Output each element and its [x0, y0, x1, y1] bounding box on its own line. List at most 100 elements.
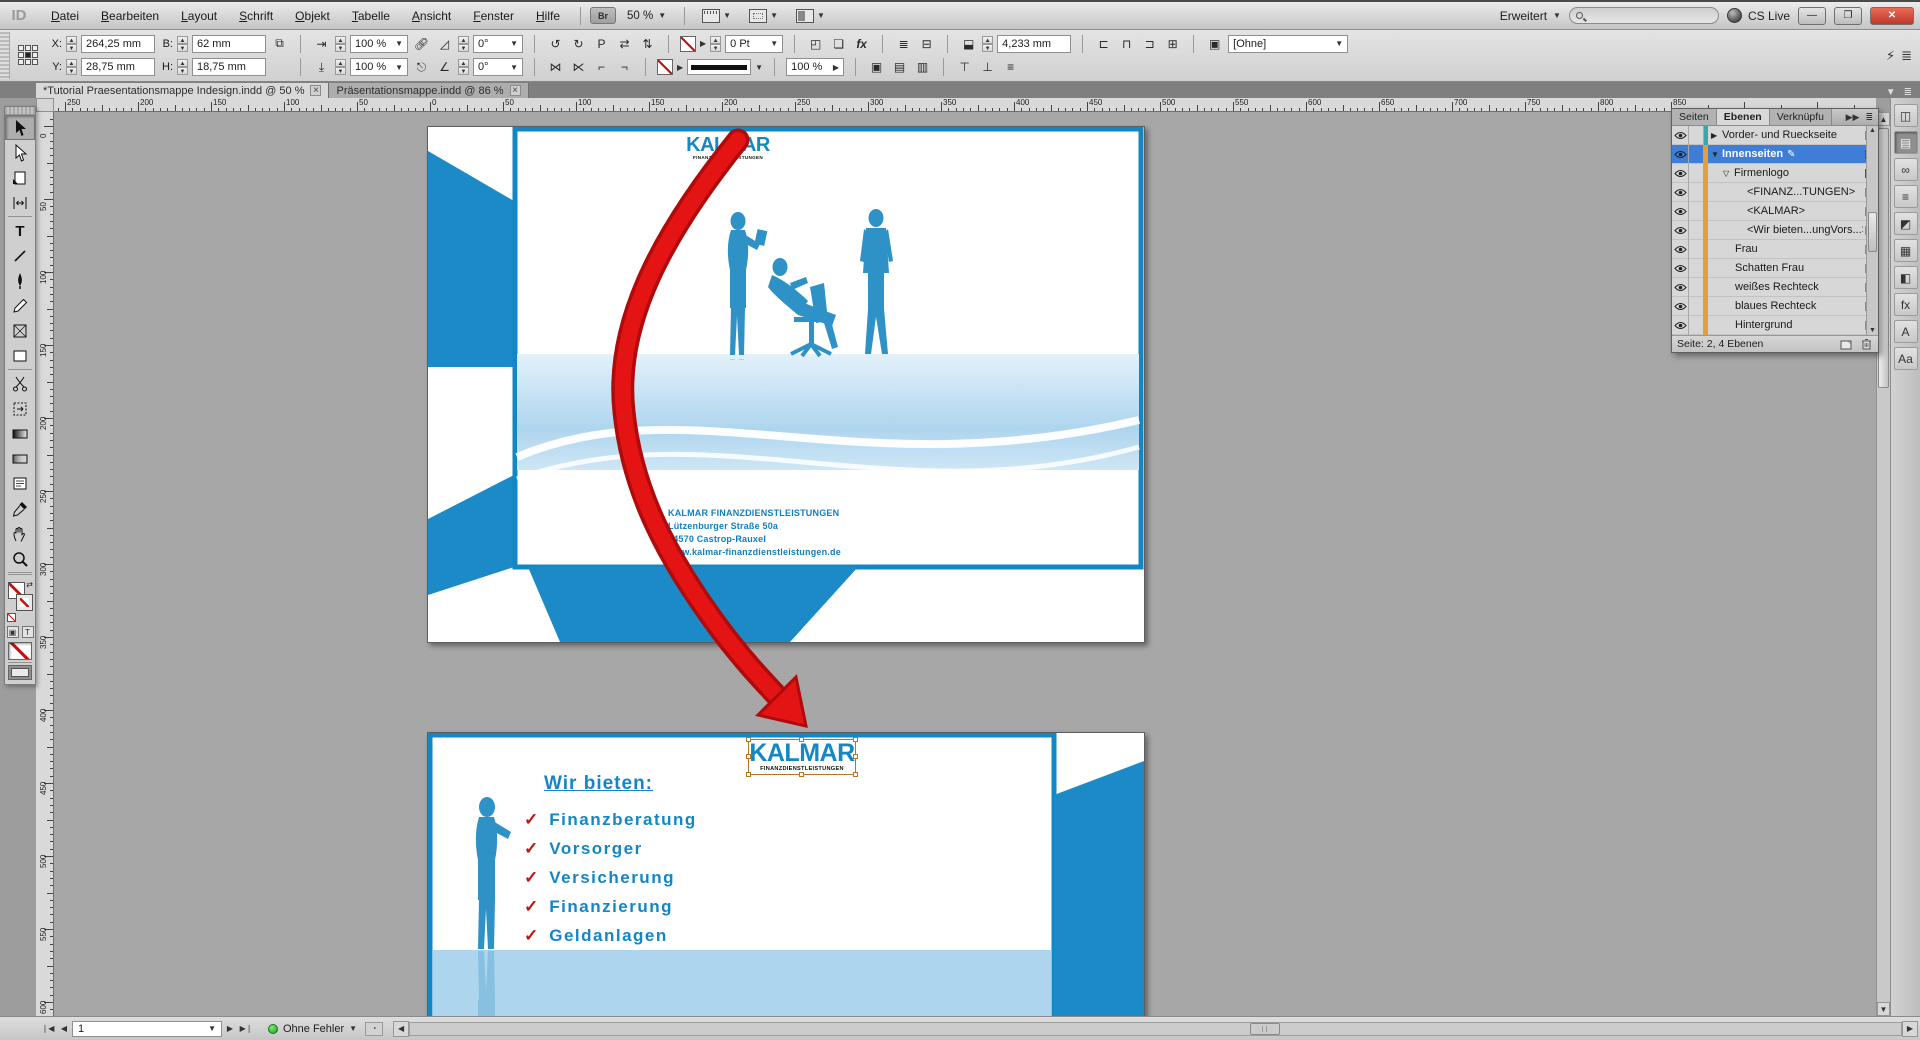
tools-panel-header[interactable]	[5, 107, 35, 115]
layer-lock-cell[interactable]	[1689, 202, 1704, 221]
layer-row[interactable]: blaues Rechteck	[1672, 297, 1878, 316]
wrap-offset-stepper[interactable]: ▲▼	[982, 36, 993, 52]
swatches-panel-icon[interactable]: ▦	[1894, 239, 1918, 262]
align-center-icon[interactable]: ⊓	[1117, 35, 1136, 53]
layer-lock-cell[interactable]	[1689, 259, 1704, 278]
layer-visibility-eye-icon[interactable]	[1672, 183, 1689, 202]
rotation-stepper[interactable]: ▲▼	[458, 36, 469, 52]
normal-view-mode-button[interactable]	[8, 665, 32, 680]
layer-expand-icon[interactable]: ▶	[1711, 131, 1722, 140]
menu-bearbeiten[interactable]: Bearbeiten	[90, 5, 170, 27]
layer-row[interactable]: ▽Firmenlogo	[1672, 164, 1878, 183]
distribute-v-icon[interactable]: ≡	[1001, 58, 1020, 76]
scroll-up-icon[interactable]: ▲	[1867, 127, 1878, 134]
flyout-arrow-icon[interactable]: ▶	[677, 63, 683, 72]
fitting-center-icon[interactable]: ▥	[913, 58, 932, 76]
collapse-panels-icon[interactable]: ▶▶	[1846, 112, 1860, 123]
scrollbar-track[interactable]	[409, 1022, 1902, 1036]
panel-tab-ebenen[interactable]: Ebenen	[1717, 109, 1770, 125]
search-input[interactable]	[1583, 10, 1703, 22]
layer-lock-cell[interactable]	[1689, 240, 1704, 259]
rotate-cw-icon[interactable]: ↻	[569, 35, 588, 53]
horizontal-ruler[interactable]: 2502001501005005010015020025030035040045…	[54, 98, 1876, 112]
delete-layer-button[interactable]	[1859, 338, 1873, 350]
menu-hilfe[interactable]: Hilfe	[525, 5, 571, 27]
formatting-affects-container-icon[interactable]: ▣	[7, 626, 19, 638]
lightning-icon[interactable]: ⚡︎	[1886, 48, 1895, 64]
distribute-icon[interactable]: ⊞	[1163, 35, 1182, 53]
next-page-button[interactable]: ▶	[222, 1021, 238, 1037]
selection-handle[interactable]	[853, 772, 858, 777]
stroke-panel-icon[interactable]: ≡	[1894, 185, 1918, 208]
layer-row[interactable]: Schatten Frau	[1672, 259, 1878, 278]
align-right-icon[interactable]: ⊐	[1140, 35, 1159, 53]
x-field[interactable]: 264,25 mm	[81, 35, 155, 53]
layer-expand-icon[interactable]: ▽	[1723, 169, 1734, 178]
flyout-arrow-icon[interactable]: ▶	[700, 39, 706, 48]
layer-row[interactable]: <Wir bieten...ungVors...>	[1672, 221, 1878, 240]
swap-fill-stroke-icon[interactable]: ⇄	[26, 580, 33, 589]
last-page-button[interactable]: ▶❘	[238, 1021, 254, 1037]
tab-overflow-icon[interactable]: ▼	[1886, 87, 1896, 98]
page-tool[interactable]	[5, 165, 35, 190]
scroll-down-icon[interactable]: ▼	[1867, 327, 1878, 334]
layer-lock-cell[interactable]	[1689, 316, 1704, 335]
rectangle-frame-tool[interactable]	[5, 318, 35, 343]
layer-row[interactable]: <FINANZ...TUNGEN>	[1672, 183, 1878, 202]
layer-visibility-eye-icon[interactable]	[1672, 126, 1689, 145]
kalmar-logo-selected[interactable]: KALMAR FINANZDIENSTLEISTUNGEN	[748, 739, 856, 775]
free-transform-tool[interactable]	[5, 396, 35, 421]
layer-lock-cell[interactable]	[1689, 183, 1704, 202]
new-layer-button[interactable]	[1839, 338, 1853, 350]
pen-tool[interactable]	[5, 268, 35, 293]
character-styles-panel-icon[interactable]: A	[1894, 320, 1918, 343]
wrap-none-icon[interactable]: ≣	[894, 35, 913, 53]
stroke-weight-stepper[interactable]: ▲▼	[710, 36, 721, 52]
scale-x-stepper[interactable]: ▲▼	[335, 36, 346, 52]
bridge-button[interactable]: Br	[590, 7, 616, 24]
spread-page-1[interactable]: KALMAR FINANZDIENSTLEISTUNGEN KALMAR FIN…	[427, 126, 1145, 643]
width-field[interactable]: 62 mm	[192, 35, 266, 53]
height-field[interactable]: 18,75 mm	[192, 58, 266, 76]
object-style-dropdown[interactable]: [Ohne]▼	[1228, 35, 1348, 53]
x-stepper[interactable]: ▲▼	[66, 36, 77, 52]
layer-row[interactable]: <KALMAR>	[1672, 202, 1878, 221]
preflight-status[interactable]: Ohne Fehler ▼	[268, 1023, 357, 1035]
tab-menu-icon[interactable]: ≣	[1904, 87, 1912, 98]
layers-scrollbar[interactable]: ▲ ▼	[1866, 126, 1878, 335]
default-fill-stroke-icon[interactable]	[7, 613, 16, 622]
layer-visibility-eye-icon[interactable]	[1672, 316, 1689, 335]
gradient-feather-tool[interactable]	[5, 446, 35, 471]
reference-point-proxy[interactable]	[18, 45, 40, 67]
selection-handle[interactable]	[746, 737, 751, 742]
color-panel-icon[interactable]: ◩	[1894, 212, 1918, 235]
menu-fenster[interactable]: Fenster	[462, 5, 525, 27]
search-box[interactable]	[1569, 7, 1719, 24]
gradient-swatch-tool[interactable]	[5, 421, 35, 446]
shear-stepper[interactable]: ▲▼	[458, 59, 469, 75]
layer-row[interactable]: ▼Innenseiten✎	[1672, 145, 1878, 164]
layer-visibility-eye-icon[interactable]	[1672, 259, 1689, 278]
cs-live[interactable]: CS Live	[1727, 8, 1790, 23]
pasteboard-canvas[interactable]: KALMAR FINANZDIENSTLEISTUNGEN KALMAR FIN…	[54, 112, 1876, 1016]
horizontal-scrollbar[interactable]: ◀ ▶	[393, 1021, 1918, 1037]
layer-row[interactable]: ▶Vorder- und Rueckseite	[1672, 126, 1878, 145]
view-options-button[interactable]: ▼	[694, 9, 739, 23]
panel-grip[interactable]	[0, 32, 10, 79]
link-scale-icon[interactable]: 🔗︎	[412, 35, 431, 53]
close-tab-icon[interactable]: ×	[510, 85, 521, 96]
layer-visibility-eye-icon[interactable]	[1672, 202, 1689, 221]
align-left-icon[interactable]: ⊏	[1094, 35, 1113, 53]
layer-lock-cell[interactable]	[1689, 164, 1704, 183]
spread-page-2[interactable]: KALMAR FINANZDIENSTLEISTUNGEN Wir bieten…	[427, 732, 1145, 1016]
shear-field[interactable]: 0°▼	[473, 58, 523, 76]
formatting-affects-text-icon[interactable]: T	[22, 626, 34, 638]
wrap-bounding-box-icon[interactable]: ⊟	[917, 35, 936, 53]
scissors-tool[interactable]	[5, 371, 35, 396]
vertical-ruler[interactable]: 050100150200250300350400450500550600	[36, 112, 54, 1016]
select-next-icon[interactable]: ¬	[615, 58, 634, 76]
links-panel-icon[interactable]: ∞	[1894, 158, 1918, 181]
scrollbar-thumb[interactable]	[1250, 1023, 1280, 1035]
rotation-field[interactable]: 0°▼	[473, 35, 523, 53]
selection-handle[interactable]	[746, 754, 751, 759]
